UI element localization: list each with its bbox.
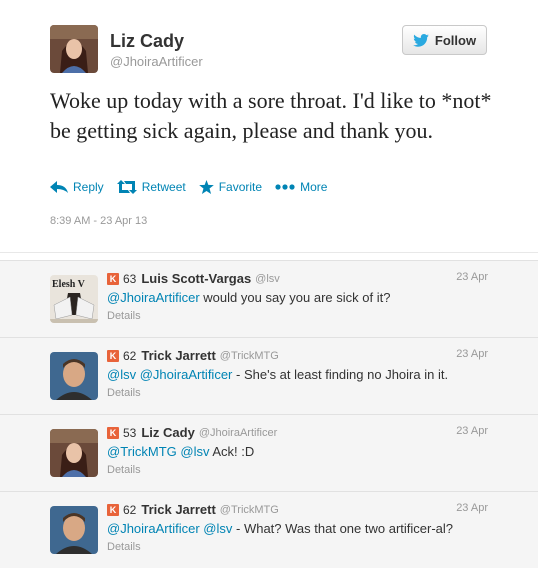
- reply-text: @JhoiraArtificer would you say you are s…: [107, 290, 390, 305]
- follow-label: Follow: [434, 32, 477, 48]
- mention-link[interactable]: @lsv: [203, 521, 232, 536]
- details-link[interactable]: Details: [107, 387, 141, 399]
- user-handle[interactable]: @JhoiraArtificer: [199, 427, 277, 439]
- reply-header: K 62 Trick Jarrett @TrickMTG: [107, 348, 279, 363]
- more-dots-icon: [275, 184, 295, 190]
- timestamp[interactable]: 8:39 AM - 23 Apr 13: [50, 215, 147, 227]
- mention-link[interactable]: @lsv: [180, 444, 209, 459]
- klout-score: 62: [123, 348, 137, 363]
- klout-score: 53: [123, 425, 137, 440]
- main-tweet: Liz Cady @JhoiraArtificer Follow Woke up…: [0, 0, 538, 253]
- avatar[interactable]: [50, 352, 98, 400]
- reply-text: @lsv @JhoiraArtificer - She's at least f…: [107, 367, 448, 382]
- klout-icon: K: [107, 503, 119, 516]
- reply-text: @TrickMTG @lsv Ack! :D: [107, 444, 254, 459]
- avatar[interactable]: [50, 25, 98, 73]
- favorite-button[interactable]: Favorite: [198, 180, 263, 194]
- user-handle[interactable]: @TrickMTG: [220, 504, 279, 516]
- twitter-bird-icon: [413, 33, 429, 47]
- user-name[interactable]: Trick Jarrett: [141, 502, 215, 517]
- reply-header: K 53 Liz Cady @JhoiraArtificer: [107, 425, 277, 440]
- reply-label: Reply: [73, 180, 104, 194]
- mention-link[interactable]: @JhoiraArtificer: [140, 367, 233, 382]
- user-handle[interactable]: @JhoiraArtificer: [110, 54, 203, 69]
- details-link[interactable]: Details: [107, 541, 141, 553]
- retweet-button[interactable]: Retweet: [116, 180, 186, 194]
- star-icon: [198, 180, 214, 194]
- follow-button[interactable]: Follow: [402, 25, 487, 55]
- reply-body: Ack! :D: [212, 444, 255, 459]
- reply-date[interactable]: 23 Apr: [456, 502, 488, 514]
- user-name[interactable]: Luis Scott-Vargas: [141, 271, 251, 286]
- reply-date[interactable]: 23 Apr: [456, 271, 488, 283]
- klout-icon: K: [107, 426, 119, 439]
- reply-date[interactable]: 23 Apr: [456, 425, 488, 437]
- tweet-actions: Reply Retweet Favorite More: [50, 180, 340, 194]
- klout-icon: K: [107, 349, 119, 362]
- reply-button[interactable]: Reply: [50, 180, 104, 194]
- reply-date[interactable]: 23 Apr: [456, 348, 488, 360]
- reply-icon: [50, 181, 68, 193]
- reply-text: @JhoiraArtificer @lsv - What? Was that o…: [107, 521, 453, 536]
- more-button[interactable]: More: [275, 180, 327, 194]
- reply-header: K 63 Luis Scott-Vargas @lsv: [107, 271, 280, 286]
- reply-tweet[interactable]: Elesh V K 63 Luis Scott-Vargas @lsv 23 A…: [0, 260, 538, 337]
- mention-link[interactable]: @JhoiraArtificer: [107, 521, 200, 536]
- user-name[interactable]: Liz Cady: [141, 425, 194, 440]
- mention-link[interactable]: @TrickMTG: [107, 444, 177, 459]
- favorite-label: Favorite: [218, 180, 263, 194]
- retweet-label: Retweet: [141, 180, 186, 194]
- klout-icon: K: [107, 272, 119, 285]
- klout-score: 62: [123, 502, 137, 517]
- reply-body: - What? Was that one two artificer-al?: [236, 521, 454, 536]
- avatar[interactable]: [50, 506, 98, 554]
- details-link[interactable]: Details: [107, 464, 141, 476]
- mention-link[interactable]: @lsv: [107, 367, 136, 382]
- user-handle[interactable]: @TrickMTG: [220, 350, 279, 362]
- more-label: More: [300, 180, 328, 194]
- details-link[interactable]: Details: [107, 310, 141, 322]
- avatar-caption: Elesh V: [52, 279, 86, 290]
- user-name[interactable]: Trick Jarrett: [141, 348, 215, 363]
- reply-body: - She's at least finding no Jhoira in it…: [236, 367, 449, 382]
- mention-link[interactable]: @JhoiraArtificer: [107, 290, 200, 305]
- reply-header: K 62 Trick Jarrett @TrickMTG: [107, 502, 279, 517]
- reply-tweet[interactable]: K 53 Liz Cady @JhoiraArtificer 23 Apr @T…: [0, 414, 538, 491]
- retweet-icon: [116, 180, 137, 194]
- reply-body: would you say you are sick of it?: [203, 290, 391, 305]
- avatar[interactable]: Elesh V: [50, 275, 98, 323]
- user-name[interactable]: Liz Cady: [110, 31, 184, 52]
- klout-score: 63: [123, 271, 137, 286]
- user-handle[interactable]: @lsv: [255, 273, 280, 285]
- reply-tweet[interactable]: K 62 Trick Jarrett @TrickMTG 23 Apr @lsv…: [0, 337, 538, 414]
- reply-tweet[interactable]: K 62 Trick Jarrett @TrickMTG 23 Apr @Jho…: [0, 491, 538, 568]
- avatar[interactable]: [50, 429, 98, 477]
- tweet-text: Woke up today with a sore throat. I'd li…: [50, 88, 492, 143]
